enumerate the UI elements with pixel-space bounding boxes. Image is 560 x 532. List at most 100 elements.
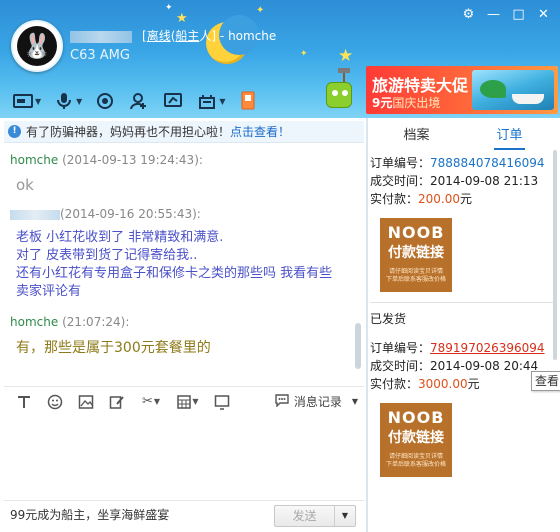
remote-desktop-button[interactable] xyxy=(162,91,184,111)
video-call-button[interactable] xyxy=(94,91,116,111)
message-history-button[interactable]: 消息记录 ▼ xyxy=(274,393,358,410)
order-number-row: 订单编号：789197026396094 xyxy=(370,341,545,355)
order-number-row: 订单编号：788884078416094 xyxy=(370,156,545,170)
order-list: 订单编号：788884078416094 成交时间：2014-09-08 21:… xyxy=(370,150,556,532)
add-user-icon xyxy=(128,91,150,111)
message-header: (2014-09-16 20:55:43): xyxy=(10,207,201,221)
file-transfer-button[interactable]: ▼ xyxy=(12,91,41,111)
message-text: 卖家评论有 xyxy=(16,284,82,299)
message-input[interactable] xyxy=(4,416,364,500)
noob-payment-link-image[interactable]: NOOB 付款链接 请仔细阅读宝贝详情 下单后联系客服改价格 xyxy=(380,403,452,477)
chevron-down-icon[interactable]: ▼ xyxy=(219,97,225,106)
message-text: ok xyxy=(16,176,34,194)
scrollbar-thumb[interactable] xyxy=(553,150,557,360)
ad-title: 旅游特卖大促 xyxy=(372,76,469,95)
star-decoration: ✦ xyxy=(256,5,265,16)
remote-desktop-icon xyxy=(162,91,184,111)
message-text: 有，那些是属于300元套餐里的 xyxy=(16,340,211,356)
playboy-logo-icon: 🐰 xyxy=(17,26,57,66)
file-transfer-icon xyxy=(12,91,34,111)
star-decoration: ✦ xyxy=(300,49,308,59)
scrollbar-thumb[interactable] xyxy=(355,323,361,369)
role-link[interactable]: 船主 xyxy=(175,29,199,43)
contact-title: [离线(船主人] - homche xyxy=(70,27,276,44)
avatar[interactable]: 🐰 xyxy=(11,20,63,72)
chevron-down-icon[interactable]: ▼ xyxy=(154,397,160,406)
window-controls: ⚙ — □ ✕ xyxy=(460,6,552,23)
ad-banner[interactable]: 旅游特卖大促 9元国庆出境 xyxy=(366,66,558,114)
order-number-link[interactable]: 788884078416094 xyxy=(430,156,545,170)
chat-scrollbar[interactable] xyxy=(354,145,362,377)
order-divider xyxy=(370,302,554,303)
app-icon xyxy=(196,91,218,111)
noob-payment-link-image[interactable]: NOOB 付款链接 请仔细阅读宝贝详情 下单后联系客服改价格 xyxy=(380,218,452,292)
view-tooltip: 查看 xyxy=(531,371,560,391)
send-button-group: 发送 ▼ xyxy=(274,505,356,527)
notice-text: 有了防骗神器，妈妈再也不用担心啦！ xyxy=(26,125,231,139)
chat-header: ★ ✦ ★ ✦ ✦ 🐰 [离线(船主人] - homche C63 AMG ⚙ … xyxy=(0,0,560,118)
image-icon[interactable] xyxy=(75,391,97,413)
order-amount-row: 实付款：200.00元 xyxy=(370,192,473,206)
shop-icon xyxy=(237,91,259,111)
font-icon[interactable] xyxy=(13,391,35,413)
order-number-link[interactable]: 789197026396094 xyxy=(430,341,545,355)
order-card: 订单编号：788884078416094 成交时间：2014-09-08 21:… xyxy=(370,154,554,292)
own-id: homche xyxy=(228,29,277,43)
ad-subtitle: 9元国庆出境 xyxy=(372,96,441,110)
sender-name-blurred xyxy=(10,209,60,220)
history-label: 消息记录 xyxy=(293,395,342,409)
send-button[interactable]: 发送 xyxy=(275,506,335,526)
order-status: 已发货 xyxy=(370,312,407,326)
star-decoration: ★ xyxy=(176,11,188,26)
tab-profile[interactable]: 档案 xyxy=(370,124,463,150)
history-bubble-icon xyxy=(274,393,290,410)
order-scrollbar[interactable] xyxy=(553,150,558,488)
shop-button[interactable] xyxy=(237,91,259,111)
maximize-icon[interactable]: □ xyxy=(510,6,527,23)
tab-orders[interactable]: 订单 xyxy=(463,124,556,150)
message-list: homche (2014-09-13 19:24:43): ok (2014-0… xyxy=(4,143,364,379)
screen-share-icon[interactable] xyxy=(211,391,233,413)
promo-link[interactable]: 99元成为船主，坐享海鲜盛宴 xyxy=(10,506,169,523)
edit-icon[interactable] xyxy=(106,391,128,413)
screenshot-scissors-icon[interactable]: ✂ ▼ xyxy=(137,391,165,413)
chevron-down-icon[interactable]: ▼ xyxy=(35,97,41,106)
info-icon: ! xyxy=(8,125,21,138)
minimize-icon[interactable]: — xyxy=(485,6,502,23)
notice-bar: ! 有了防骗神器，妈妈再也不用担心啦！ 点击查看！ xyxy=(4,121,364,143)
panel-divider xyxy=(366,118,368,532)
star-decoration: ✦ xyxy=(165,3,173,13)
calculator-icon[interactable]: ▼ xyxy=(174,391,202,413)
star-decoration: ★ xyxy=(338,46,354,66)
notice-link[interactable]: 点击查看！ xyxy=(230,123,290,140)
contact-name-blurred xyxy=(70,30,132,43)
message-text: 对了 皮表带到货了记得寄给我.. xyxy=(16,248,198,263)
chat-footer: 99元成为船主，坐享海鲜盛宴 发送 ▼ xyxy=(4,500,364,528)
chevron-down-icon[interactable]: ▼ xyxy=(76,97,82,106)
settings-icon[interactable]: ⚙ xyxy=(460,6,477,23)
order-time-row: 成交时间：2014-09-08 21:13 xyxy=(370,174,539,188)
message-text: 还有小红花有专用盒子和保修卡之类的那些吗 我看有些 xyxy=(16,266,333,281)
chevron-down-icon[interactable]: ▼ xyxy=(352,397,358,406)
message-header: homche (21:07:24): xyxy=(10,315,130,329)
add-contact-button[interactable] xyxy=(128,91,150,111)
order-time-row: 成交时间：2014-09-08 20:44 xyxy=(370,359,539,373)
chevron-down-icon[interactable]: ▼ xyxy=(192,397,198,406)
edit-toolbar: ✂ ▼ ▼ 消息记录 ▼ xyxy=(4,386,364,416)
message-header: homche (2014-09-13 19:24:43): xyxy=(10,153,203,167)
close-icon[interactable]: ✕ xyxy=(535,6,552,23)
signature: C63 AMG xyxy=(70,48,130,63)
message-text: 老板 小红花收到了 非常精致和满意. xyxy=(16,230,224,245)
app-button[interactable]: ▼ xyxy=(196,91,225,111)
ad-image xyxy=(472,70,554,110)
emoji-icon[interactable] xyxy=(44,391,66,413)
voice-call-button[interactable]: ▼ xyxy=(53,91,82,111)
camera-icon xyxy=(94,91,116,111)
mascot-icon[interactable] xyxy=(326,82,352,108)
order-amount-row: 实付款：3000.00元 xyxy=(370,377,480,391)
status-link[interactable]: 离线 xyxy=(147,29,171,43)
send-options-chevron-icon[interactable]: ▼ xyxy=(335,506,355,526)
chat-toolbar: ▼ ▼ ▼ xyxy=(12,91,259,111)
order-card: 已发货 订单编号：789197026396094 成交时间：2014-09-08… xyxy=(370,310,554,477)
side-tabs: 档案 订单 xyxy=(370,124,556,150)
